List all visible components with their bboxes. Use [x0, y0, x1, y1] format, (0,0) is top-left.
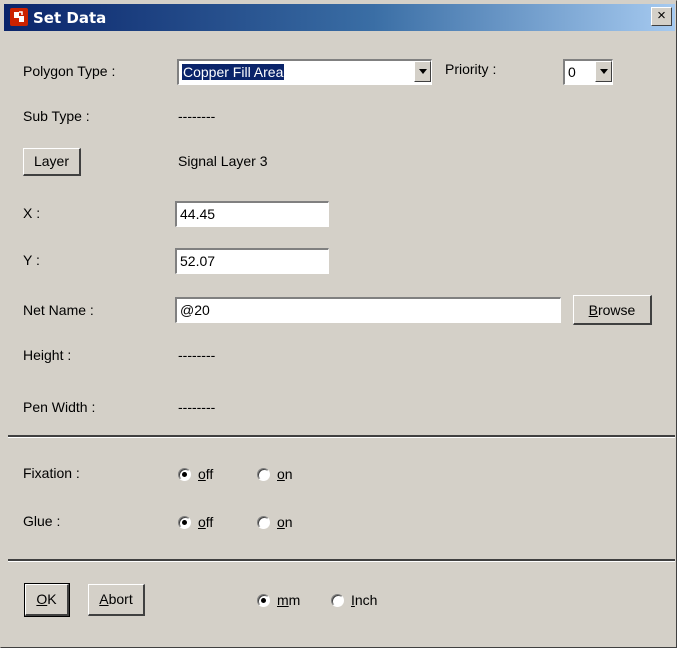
net-name-input[interactable]: @20 — [175, 297, 561, 323]
glue-on-label: on — [277, 514, 293, 530]
pen-width-value: -------- — [178, 399, 216, 415]
set-data-dialog: Set Data × Polygon Type : Copper Fill Ar… — [0, 0, 677, 648]
ok-label-rest: K — [47, 591, 57, 607]
ok-button[interactable]: OK — [24, 583, 70, 617]
glue-off-label: off — [198, 514, 214, 530]
priority-label: Priority : — [445, 61, 497, 77]
separator-2 — [8, 559, 675, 562]
chevron-down-icon[interactable] — [414, 61, 431, 82]
y-label: Y : — [23, 252, 40, 268]
separator-1 — [8, 435, 675, 438]
priority-dropdown[interactable]: 0 — [563, 59, 613, 85]
radio-selected-icon[interactable] — [178, 515, 191, 529]
radio-unselected-icon[interactable] — [257, 467, 270, 481]
x-label: X : — [23, 205, 41, 221]
browse-button[interactable]: Browse — [573, 295, 652, 325]
layer-button[interactable]: Layer — [23, 148, 81, 176]
fixation-off-label: off — [198, 466, 214, 482]
units-mm-label: mm — [277, 592, 301, 608]
radio-selected-icon[interactable] — [178, 467, 191, 481]
fixation-label: Fixation : — [23, 465, 80, 481]
abort-mnemonic: A — [99, 591, 109, 607]
glue-label: Glue : — [23, 513, 61, 529]
fixation-off-radio[interactable]: off — [178, 466, 213, 482]
pen-width-label: Pen Width : — [23, 399, 96, 415]
abort-label-rest: bort — [108, 591, 133, 607]
radio-unselected-icon[interactable] — [257, 515, 270, 529]
height-value: -------- — [178, 347, 216, 363]
x-input[interactable]: 44.45 — [175, 201, 329, 227]
radio-unselected-icon[interactable] — [331, 593, 344, 607]
app-icon — [10, 8, 28, 26]
ok-mnemonic: O — [36, 591, 48, 607]
height-label: Height : — [23, 347, 72, 363]
glue-off-radio[interactable]: off — [178, 514, 213, 530]
sub-type-label: Sub Type : — [23, 108, 90, 124]
close-button[interactable]: × — [651, 7, 672, 26]
units-inch-radio[interactable]: Inch — [331, 592, 377, 608]
polygon-type-value: Copper Fill Area — [180, 63, 286, 81]
glue-on-radio[interactable]: on — [257, 514, 293, 530]
units-mm-radio[interactable]: mm — [257, 592, 300, 608]
title-bar[interactable]: Set Data × — [4, 4, 675, 31]
layer-value: Signal Layer 3 — [178, 153, 268, 169]
net-name-label: Net Name : — [23, 302, 94, 318]
window-title: Set Data — [33, 9, 107, 27]
fixation-on-label: on — [277, 466, 293, 482]
chevron-down-icon[interactable] — [595, 61, 612, 82]
fixation-on-radio[interactable]: on — [257, 466, 293, 482]
browse-mnemonic: B — [588, 302, 598, 318]
priority-value: 0 — [568, 64, 576, 80]
abort-button[interactable]: Abort — [88, 584, 145, 616]
polygon-type-label: Polygon Type : — [23, 63, 116, 79]
radio-selected-icon[interactable] — [257, 593, 270, 607]
sub-type-value: -------- — [178, 108, 216, 124]
units-inch-label: Inch — [351, 592, 378, 608]
browse-label-rest: rowse — [597, 302, 636, 318]
y-input[interactable]: 52.07 — [175, 248, 329, 274]
polygon-type-dropdown[interactable]: Copper Fill Area — [177, 59, 432, 85]
